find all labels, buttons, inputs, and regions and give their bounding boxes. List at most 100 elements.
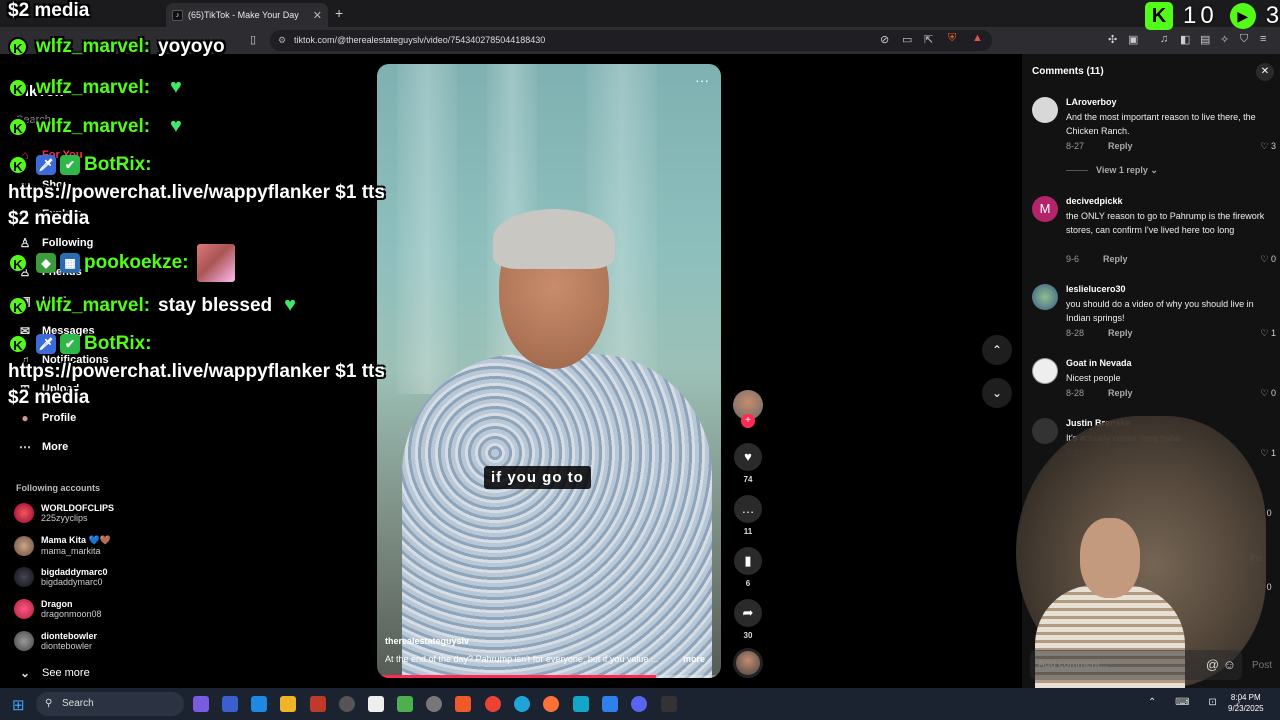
comment-icon[interactable]: … — [734, 495, 762, 523]
share-icon[interactable]: ⇱ — [924, 33, 933, 46]
following-account[interactable]: diontebowler diontebowler — [14, 631, 97, 651]
reply-button[interactable]: Reply — [1103, 254, 1128, 264]
video-author[interactable]: therealestateguyslv — [385, 636, 469, 646]
taskbar-app-icon[interactable] — [193, 696, 209, 712]
comment-like[interactable]: ♡ 3 — [1260, 141, 1276, 152]
see-more-button[interactable]: ⌄ See more — [16, 666, 90, 680]
discord-taskbar-icon[interactable] — [631, 696, 647, 712]
leo-icon[interactable]: ✧ — [1220, 33, 1229, 46]
site-info-icon[interactable]: ⚙ — [278, 30, 286, 51]
share-action[interactable]: ➦ 30 — [734, 599, 762, 640]
sidebar-search[interactable]: Search — [16, 114, 51, 126]
browser-tab-tiktok[interactable]: ♪ (65)TikTok - Make Your Day ✕ — [166, 3, 328, 27]
smiley-icon[interactable]: ☺ — [1223, 657, 1236, 672]
caption-more-link[interactable]: more — [683, 654, 705, 664]
heart-icon[interactable]: ♥ — [734, 443, 762, 471]
comment-like[interactable]: ♡ 0 — [1260, 388, 1276, 399]
music-disc[interactable] — [733, 648, 763, 678]
sidebar-item-explore[interactable]: ◎ Explore — [16, 207, 83, 221]
view-replies-button[interactable]: View 1 reply ⌄ — [1066, 165, 1158, 176]
bookmark-icon[interactable]: ▮ — [734, 547, 762, 575]
comment-action[interactable]: … 11 — [734, 495, 762, 536]
sidebar-item-logo[interactable]: TikTok — [16, 83, 63, 100]
sidebar-item-live[interactable]: ▣ LIVE — [16, 294, 66, 308]
comment-like[interactable]: ♡ 0 — [1260, 254, 1276, 265]
avatar[interactable]: M — [1032, 196, 1058, 222]
sidebar-toggle-icon[interactable]: ◧ — [1180, 33, 1190, 46]
chrome-taskbar-icon[interactable] — [485, 696, 501, 712]
following-account[interactable]: Mama Kita 💙🤎 mama_markita — [14, 535, 111, 556]
following-account[interactable]: bigdaddymarc0 bigdaddymarc0 — [14, 567, 108, 587]
comment-like[interactable]: ♡ 1 — [1260, 328, 1276, 339]
sidebar-item-upload[interactable]: ⊞ Upload — [16, 382, 79, 396]
reply-button[interactable]: Reply — [1108, 141, 1133, 151]
next-video-button[interactable]: ⌄ — [982, 378, 1012, 408]
comment-like[interactable]: ♡ 1 — [1260, 448, 1276, 459]
comment-user[interactable]: decivedpickk — [1066, 196, 1123, 206]
comment-item: leslielucero30 you should do a video of … — [1032, 284, 1276, 344]
edge-taskbar-icon[interactable] — [514, 696, 530, 712]
translate-icon[interactable]: ⊘ — [880, 33, 889, 46]
previous-video-button[interactable]: ⌃ — [982, 335, 1012, 365]
close-tab-icon[interactable]: ✕ — [313, 9, 322, 22]
close-icon[interactable]: ✕ — [1256, 63, 1274, 81]
compass-icon: ◎ — [19, 207, 31, 221]
wallet-button-icon[interactable]: ▤ — [1200, 33, 1210, 46]
avatar[interactable] — [1032, 418, 1058, 444]
share-arrow-icon[interactable]: ➦ — [734, 599, 762, 627]
taskbar-app-icon[interactable] — [310, 696, 326, 712]
video-player[interactable]: ··· if you go to therealestateguyslv At … — [377, 64, 721, 678]
media-icon[interactable]: ♫ — [1160, 33, 1168, 45]
reply-button[interactable]: Reply — [1108, 328, 1133, 338]
sidebar-item-for-you[interactable]: ⌂ For You — [16, 148, 82, 162]
add-comment-input[interactable]: Add comment... @ ☺ — [1030, 650, 1242, 680]
sidebar-item-profile[interactable]: ● Profile — [16, 411, 76, 425]
avatar[interactable] — [1032, 358, 1058, 384]
taskbar-app-icon[interactable] — [661, 696, 677, 712]
following-account[interactable]: Dragon dragonmoon08 — [14, 599, 102, 619]
sidebar-item-friends[interactable]: ♙ Friends — [16, 265, 82, 279]
emoji-icon[interactable]: @ ☺ — [1206, 650, 1236, 680]
mention-icon[interactable]: @ — [1206, 657, 1219, 672]
taskbar-search[interactable]: ⚲ Search — [36, 692, 184, 716]
firefox-taskbar-icon[interactable] — [543, 696, 559, 712]
bookmark-icon[interactable]: ▯ — [250, 33, 256, 46]
taskbar-clock[interactable]: 8:04 PM 9/23/2025 — [1228, 692, 1264, 714]
sidebar-item-more[interactable]: ⋯ More — [16, 440, 68, 454]
following-account[interactable]: WORLDOFCLIPS 225zyyclips — [14, 503, 114, 523]
sidebar-item-notifications[interactable]: ♫ Notifications — [16, 353, 109, 367]
taskbar-app-icon[interactable] — [426, 696, 442, 712]
sidebar-item-messages[interactable]: ✉ Messages — [16, 324, 95, 338]
taskbar-app-icon[interactable] — [251, 696, 267, 712]
like-action[interactable]: ♥ 74 — [734, 443, 762, 484]
avatar[interactable] — [1032, 97, 1058, 123]
reply-button[interactable]: Reply — [1108, 388, 1133, 398]
vscode-taskbar-icon[interactable] — [602, 696, 618, 712]
avatar[interactable] — [1032, 284, 1058, 310]
taskbar-app-icon[interactable] — [397, 696, 413, 712]
comment-user[interactable]: leslielucero30 — [1066, 284, 1126, 294]
taskbar-app-icon[interactable] — [339, 696, 355, 712]
menu-icon[interactable]: ≡ — [1260, 33, 1266, 45]
save-action[interactable]: ▮ 6 — [734, 547, 762, 588]
cast-icon[interactable]: ▭ — [902, 33, 912, 46]
sidebar-item-shop[interactable]: ▭ Shop — [16, 178, 69, 192]
new-tab-button[interactable]: + — [335, 5, 343, 21]
vpn-icon[interactable]: ⛉ — [1240, 33, 1248, 46]
video-progress-bar[interactable] — [377, 675, 721, 678]
taskbar-app-icon[interactable] — [368, 696, 384, 712]
comment-user[interactable]: LAroverboy — [1066, 97, 1117, 107]
wallet-icon[interactable]: ▣ — [1128, 33, 1138, 46]
comment-user[interactable]: Goat in Nevada — [1066, 358, 1132, 368]
sidebar-item-following[interactable]: ♙ Following — [16, 236, 94, 250]
taskbar-app-icon[interactable] — [222, 696, 238, 712]
brave-shield-icon[interactable]: ⛨ — [948, 32, 956, 45]
taskbar-app-icon[interactable] — [573, 696, 589, 712]
video-options-icon[interactable]: ··· — [695, 72, 709, 88]
follow-plus-icon[interactable]: + — [741, 414, 755, 428]
brave-taskbar-icon[interactable] — [455, 696, 471, 712]
extensions-icon[interactable]: ✣ — [1108, 33, 1117, 46]
windows-start-icon[interactable]: ⊞ — [12, 696, 25, 714]
folder-icon[interactable] — [280, 696, 296, 712]
brave-rewards-icon[interactable]: ▲ — [972, 32, 983, 44]
